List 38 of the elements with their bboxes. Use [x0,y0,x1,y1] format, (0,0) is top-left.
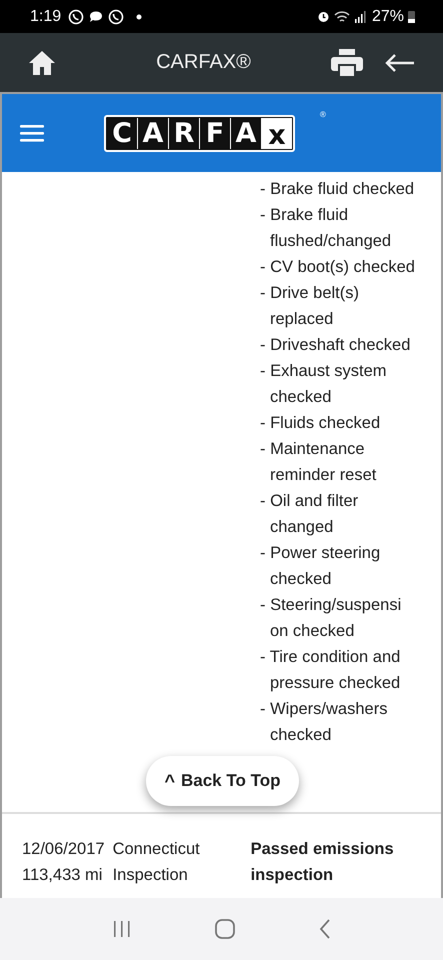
record-date: 12/06/2017 [22,839,105,860]
recent-apps-icon[interactable] [112,920,132,938]
service-item: - Brake fluid checked [260,179,416,200]
service-item: - Oil and filter changed [260,491,360,538]
back-arrow-icon[interactable] [385,52,415,72]
alarm-icon [316,10,330,23]
service-item: - Power steering checked [260,543,382,590]
service-item: - Driveshaft checked [260,335,412,356]
record-mileage: 113,433 mi [22,865,104,886]
service-item: - Brake fluid flushed/changed [260,205,392,252]
back-to-top-button[interactable]: ^ Back To Top [146,756,299,806]
wifi-icon [334,10,350,23]
carfax-logo: C A R F A x [104,114,295,152]
service-item: - Tire condition and pressure checked [260,647,402,694]
call-icon [108,8,124,24]
record-comment: Passed emissions inspection [250,839,395,886]
service-item: - Maintenance reminder reset [260,439,378,486]
battery-icon [408,10,415,23]
dot-icon [136,14,142,20]
record-source: Connecticut Inspection [112,839,201,886]
service-item: - Steering/suspensi on checked [260,595,402,642]
home-button-icon[interactable] [215,919,236,939]
signal-icon [354,10,366,22]
service-item: - CV boot(s) checked [260,257,416,278]
service-item: - Wipers/washers checked [260,699,388,746]
registered-mark: ® [320,110,326,119]
service-item: - Fluids checked [260,413,382,434]
call-icon [68,8,84,24]
back-icon[interactable] [319,919,332,939]
battery-level: 27% [372,8,404,26]
menu-icon[interactable] [20,124,44,142]
print-icon[interactable] [331,48,363,76]
app-title: CARFAX® [155,51,252,74]
home-icon[interactable] [28,50,56,76]
service-item: - Exhaust system checked [260,361,388,408]
chat-icon [88,8,104,24]
service-item: - Drive belt(s) replaced [260,283,360,330]
status-time: 1:19 [30,8,62,26]
